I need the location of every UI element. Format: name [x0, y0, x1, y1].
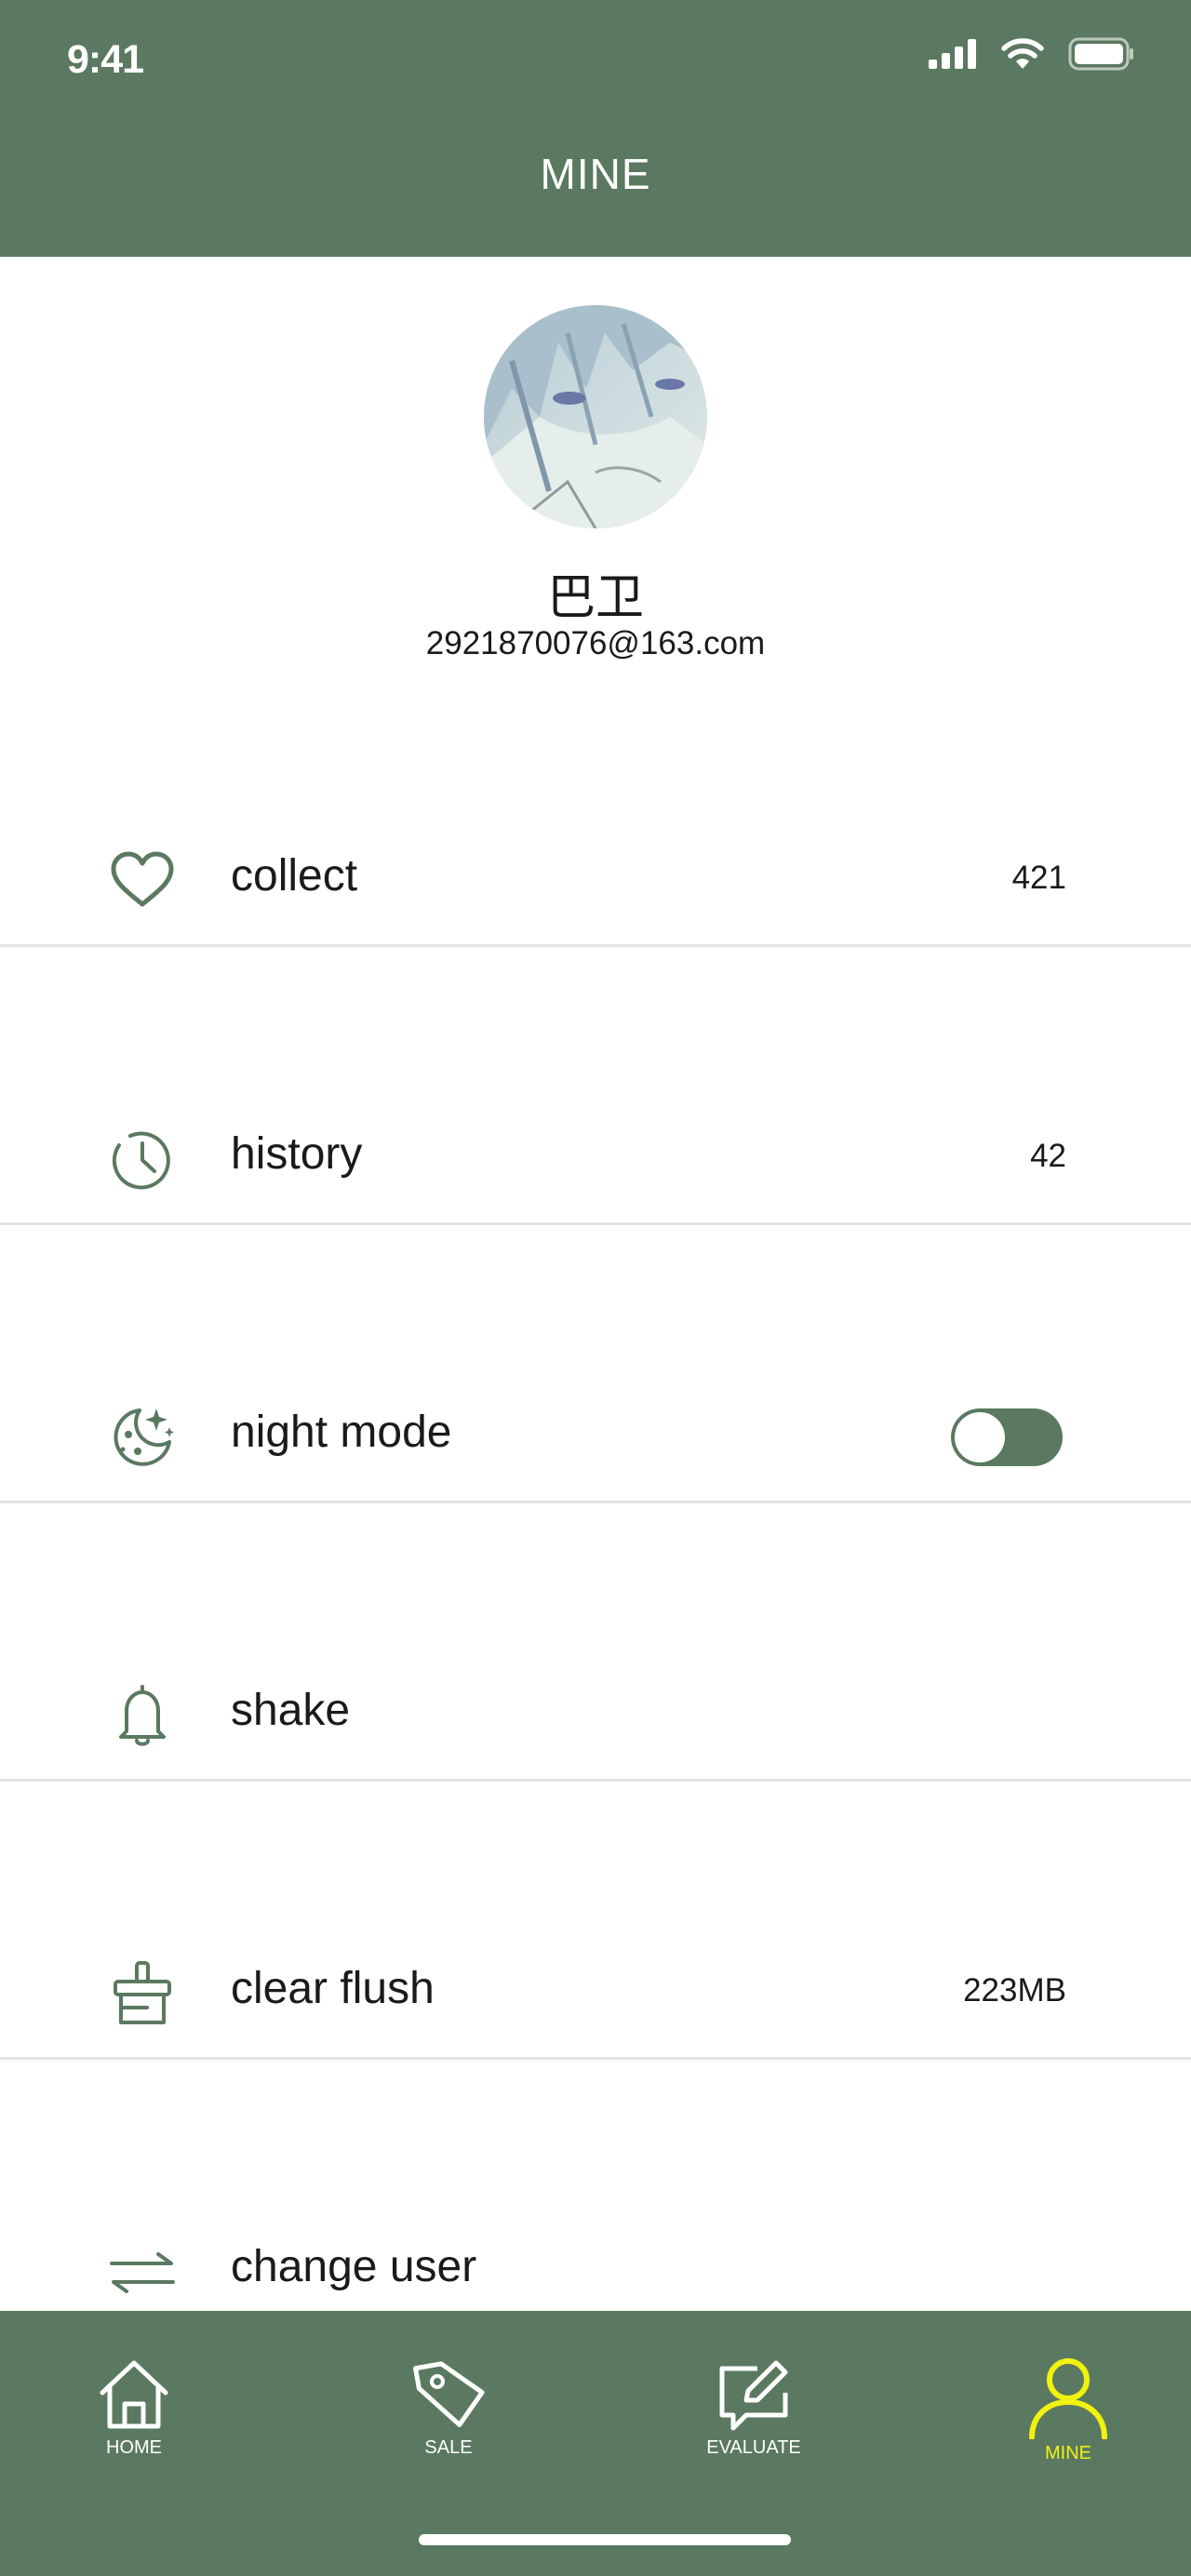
divider	[0, 1501, 1191, 1503]
cache-size: 223MB	[963, 1972, 1066, 2009]
menu-item-night-mode[interactable]: night mode	[0, 1375, 1191, 1487]
bell-icon	[119, 1685, 166, 1746]
tab-label: EVALUATE	[706, 2437, 801, 2458]
menu-item-label: clear flush	[231, 1964, 435, 2013]
menu-item-label: collect	[231, 851, 358, 901]
status-time: 9:41	[67, 37, 144, 82]
history-count: 42	[1030, 1138, 1066, 1174]
person-icon	[1029, 2358, 1107, 2439]
menu-item-shake[interactable]: shake	[0, 1653, 1191, 1765]
page-title: MINE	[540, 150, 651, 198]
home-icon	[100, 2360, 168, 2429]
heart-icon	[111, 851, 174, 907]
menu-item-label: change user	[231, 2242, 477, 2291]
user-email: 2921870076@163.com	[425, 625, 766, 661]
broom-icon	[114, 1961, 171, 2024]
tab-label: HOME	[106, 2437, 162, 2458]
user-name: 巴卫	[546, 571, 644, 625]
night-mode-toggle[interactable]	[951, 1408, 1063, 1466]
menu-item-clear-flush[interactable]: clear flush 223MB	[0, 1931, 1191, 2043]
toggle-knob	[955, 1412, 1005, 1462]
clock-icon	[112, 1131, 170, 1190]
tab-sale[interactable]: SALE	[365, 2356, 532, 2459]
divider	[0, 944, 1191, 947]
collect-count: 421	[1011, 860, 1066, 896]
avatar-image	[484, 305, 707, 528]
menu-item-label: night mode	[231, 1408, 452, 1457]
divider	[0, 2057, 1191, 2060]
wifi-icon	[1001, 38, 1044, 69]
signal-icon	[929, 39, 976, 69]
battery-icon	[1068, 37, 1133, 71]
divider	[0, 1779, 1191, 1782]
menu-item-collect[interactable]: collect 421	[0, 819, 1191, 930]
menu-item-change-user[interactable]: change user	[0, 2209, 1191, 2321]
moon-stars-icon	[114, 1408, 174, 1466]
tab-evaluate[interactable]: EVALUATE	[670, 2356, 837, 2459]
swap-arrows-icon	[110, 2252, 175, 2293]
status-icons	[929, 37, 1135, 71]
app-header: 9:41 MINE	[0, 0, 1191, 257]
menu-item-label: history	[231, 1129, 363, 1179]
menu-item-history[interactable]: history 42	[0, 1097, 1191, 1208]
mine-screen: 9:41 MINE 巴卫 2921870076@163.com collect …	[0, 0, 1191, 2576]
home-indicator	[419, 2534, 791, 2545]
edit-message-icon	[719, 2360, 788, 2431]
divider	[0, 1222, 1191, 1225]
avatar[interactable]	[484, 305, 707, 528]
tab-label: MINE	[1045, 2443, 1091, 2463]
tab-label: SALE	[424, 2437, 473, 2458]
menu-item-label: shake	[231, 1686, 351, 1735]
tag-icon	[413, 2361, 485, 2427]
tab-mine[interactable]: MINE	[984, 2356, 1152, 2464]
tab-home[interactable]: HOME	[50, 2356, 218, 2459]
